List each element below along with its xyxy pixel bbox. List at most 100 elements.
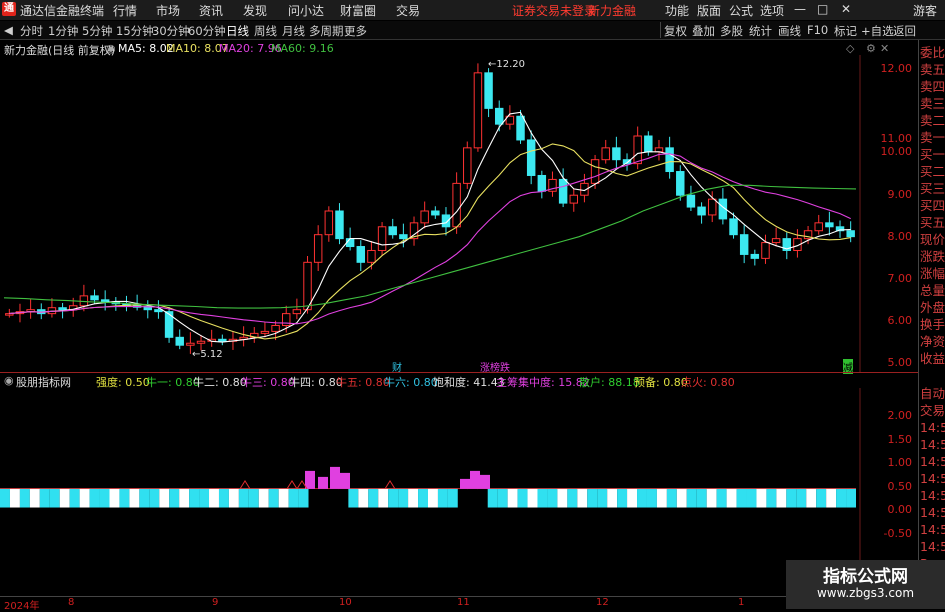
tab-more[interactable]: 更多 <box>344 23 367 39</box>
trade-field[interactable]: 14:50 <box>920 419 945 436</box>
quote-field[interactable]: 买二 <box>920 163 945 180</box>
kline-chart[interactable] <box>0 55 918 373</box>
tab-weekly[interactable]: 周线 <box>254 23 277 39</box>
candle-body <box>484 72 493 109</box>
quote-field[interactable]: 涨跌 <box>920 248 945 265</box>
mark-button[interactable]: 标记 <box>834 23 857 39</box>
trade-field[interactable]: 14:50 <box>920 538 945 555</box>
menu-market[interactable]: 市场 <box>156 2 180 19</box>
account-link[interactable]: 新力金融 <box>588 2 636 19</box>
band-block <box>218 488 229 508</box>
quote-field[interactable]: 收益 <box>920 350 945 367</box>
trade-field[interactable]: 14:50 <box>920 487 945 504</box>
trade-field-list[interactable]: 自动交易14:5014:5014:5014:5014:5014:5014:501… <box>920 385 945 589</box>
maximize-icon[interactable]: □ <box>817 2 828 16</box>
menu-options[interactable]: 选项 <box>760 2 784 19</box>
ma-toggle-icon[interactable]: ◉ <box>106 42 116 55</box>
tab-daily[interactable]: 日线 <box>226 23 249 39</box>
settings-diamond-icon[interactable]: ◇ <box>846 42 854 55</box>
menu-ask-assistant[interactable]: 问小达 <box>288 2 324 19</box>
quote-field[interactable]: 卖一 <box>920 129 945 146</box>
band-block <box>607 488 618 508</box>
chip-spike <box>318 476 328 489</box>
candle-body <box>846 230 855 238</box>
quote-field[interactable]: 换手 <box>920 316 945 333</box>
tab-60min[interactable]: 60分钟 <box>188 23 226 39</box>
trade-field[interactable]: 14:50 <box>920 470 945 487</box>
trade-field[interactable]: 14:50 <box>920 504 945 521</box>
collapse-arrow-icon[interactable]: ◀ <box>4 23 13 37</box>
login-warning[interactable]: 证券交易未登录 <box>512 2 596 19</box>
trade-field[interactable]: 自动 <box>920 385 945 402</box>
quote-field[interactable]: 外盘 <box>920 299 945 316</box>
add-watchlist-button[interactable]: +自选 <box>861 23 894 39</box>
quote-field-list[interactable]: 委比 卖五 卖四 卖三 卖二 卖一 买一 买二 买三 买四 买五 现价 涨跌 涨幅 总量 外盘 换手 净资 收益 <box>920 44 945 367</box>
date-tick: 12 <box>596 597 609 608</box>
quote-field[interactable]: 买一 <box>920 146 945 163</box>
app-logo-icon: 通 <box>2 2 16 16</box>
price-tick: 9.00 <box>887 188 913 201</box>
band-block <box>238 488 249 508</box>
chip-spike <box>480 474 490 489</box>
tab-30min[interactable]: 30分钟 <box>152 23 190 39</box>
indicator-toggle-icon[interactable]: ◉ <box>4 374 14 387</box>
band-block <box>298 488 309 508</box>
menu-discover[interactable]: 发现 <box>243 2 267 19</box>
trade-field[interactable]: 交易 <box>920 402 945 419</box>
menu-quotes[interactable]: 行情 <box>113 2 137 19</box>
multi-stock-button[interactable]: 多股 <box>720 23 743 39</box>
quote-field[interactable]: 净资 <box>920 333 945 350</box>
candle-body <box>260 330 270 334</box>
menu-layout[interactable]: 版面 <box>697 2 721 19</box>
trade-field[interactable]: 14:50 <box>920 521 945 538</box>
statistics-button[interactable]: 统计 <box>749 23 772 39</box>
close-chart-icon[interactable]: ✕ <box>880 42 889 55</box>
trade-field[interactable]: 14:50 <box>920 453 945 470</box>
candle-body <box>399 234 408 240</box>
tab-multi-period[interactable]: 多周期 <box>309 23 344 39</box>
date-tick: 8 <box>68 597 75 608</box>
adjust-price-button[interactable]: 复权 <box>664 23 687 39</box>
quote-field[interactable]: 买四 <box>920 197 945 214</box>
band-block <box>189 488 200 508</box>
indicator-tick: 1.50 <box>887 433 913 446</box>
quote-field[interactable]: 卖三 <box>920 95 945 112</box>
candle-body <box>420 210 429 224</box>
quote-field[interactable]: 涨幅 <box>920 265 945 282</box>
quote-field[interactable]: 委比 <box>920 44 945 61</box>
quote-field[interactable]: 卖四 <box>920 78 945 95</box>
user-guest[interactable]: 游客 <box>913 2 937 19</box>
quote-field[interactable]: 卖二 <box>920 112 945 129</box>
tab-timeshare[interactable]: 分时 <box>20 23 43 39</box>
quote-field[interactable]: 现价 <box>920 231 945 248</box>
candle-body <box>686 194 696 208</box>
quote-field[interactable]: 总量 <box>920 282 945 299</box>
trade-field[interactable]: 14:50 <box>920 436 945 453</box>
f10-button[interactable]: F10 <box>807 23 828 37</box>
band-block <box>497 488 508 508</box>
candle-body <box>218 338 227 342</box>
band-block <box>686 488 697 508</box>
tab-5min[interactable]: 5分钟 <box>82 23 112 39</box>
overlay-button[interactable]: 叠加 <box>692 23 715 39</box>
draw-line-button[interactable]: 画线 <box>778 23 801 39</box>
tab-15min[interactable]: 15分钟 <box>116 23 154 39</box>
tab-1min[interactable]: 1分钟 <box>48 23 78 39</box>
candle-body <box>814 222 823 232</box>
tab-monthly[interactable]: 月线 <box>282 23 305 39</box>
back-button[interactable]: 返回 <box>893 23 916 39</box>
quote-field[interactable]: 买三 <box>920 180 945 197</box>
indicator-chart[interactable] <box>0 388 918 595</box>
menu-news[interactable]: 资讯 <box>199 2 223 19</box>
settings-gear-icon[interactable]: ⚙ <box>866 42 876 55</box>
menu-wealth-circle[interactable]: 财富圈 <box>340 2 376 19</box>
minimize-icon[interactable]: — <box>794 2 806 16</box>
quote-field[interactable]: 买五 <box>920 214 945 231</box>
menu-trade[interactable]: 交易 <box>396 2 420 19</box>
menu-functions[interactable]: 功能 <box>665 2 689 19</box>
menu-formula[interactable]: 公式 <box>729 2 753 19</box>
quote-field[interactable]: 卖五 <box>920 61 945 78</box>
band-block <box>706 488 717 508</box>
close-icon[interactable]: ✕ <box>841 2 851 16</box>
candle-body <box>473 72 483 149</box>
